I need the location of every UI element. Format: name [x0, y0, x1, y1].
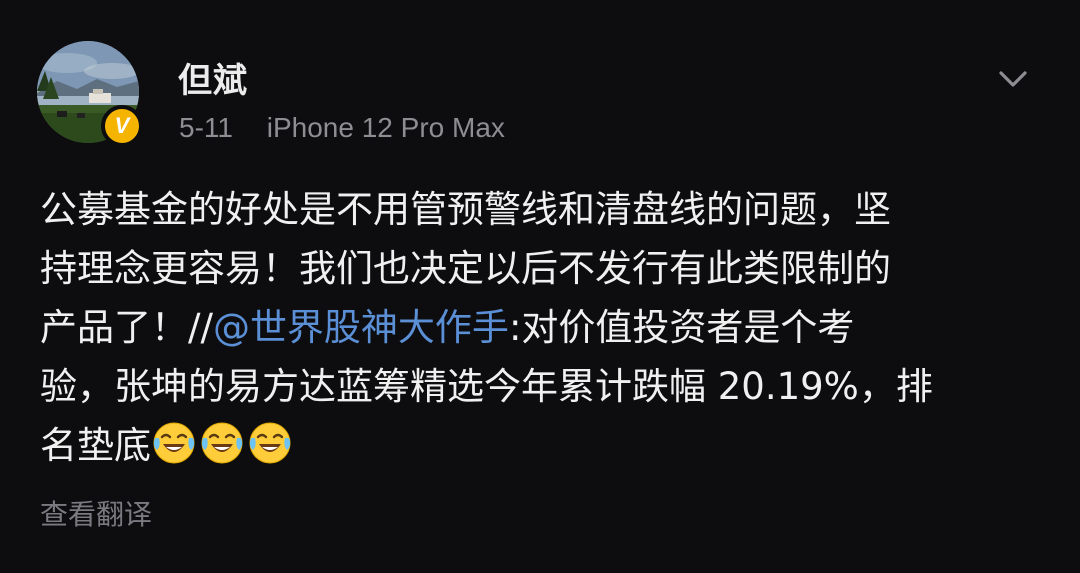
- emoji-row: [151, 422, 295, 467]
- content-line: 名垫底: [40, 416, 1050, 475]
- post-device: iPhone 12 Pro Max: [266, 112, 505, 143]
- content-text: 产品了！//: [40, 306, 213, 349]
- translate-button[interactable]: 查看翻译: [40, 493, 152, 533]
- chevron-down-icon[interactable]: [998, 64, 1028, 94]
- verified-badge-icon: V: [101, 105, 143, 147]
- post-date: 5-11: [179, 112, 233, 143]
- laughing-crying-emoji: [153, 422, 195, 464]
- content-line: 持理念更容易！我们也决定以后不发行有此类限制的: [40, 247, 891, 290]
- content-line: 产品了！//@世界股神大作手:对价值投资者是个考: [40, 298, 1050, 357]
- content-line: 公募基金的好处是不用管预警线和清盘线的问题，坚: [40, 188, 891, 231]
- content-text: :对价值投资者是个考: [508, 306, 855, 349]
- user-mention-link[interactable]: @世界股神大作手: [213, 306, 509, 349]
- weibo-post: V 但斌 5-11 iPhone 12 Pro Max 公募基金的好处是不用管预…: [0, 0, 1080, 573]
- author-name[interactable]: 但斌: [178, 53, 248, 102]
- content-text: 名垫底: [40, 424, 151, 467]
- content-line: 验，张坤的易方达蓝筹精选今年累计跌幅 20.19%，排: [40, 365, 933, 408]
- laughing-crying-emoji: [201, 422, 243, 464]
- author-avatar[interactable]: V: [37, 41, 143, 147]
- post-meta: 5-11 iPhone 12 Pro Max: [179, 112, 505, 144]
- post-content: 公募基金的好处是不用管预警线和清盘线的问题，坚 持理念更容易！我们也决定以后不发…: [40, 180, 1050, 475]
- laughing-crying-emoji: [249, 422, 291, 464]
